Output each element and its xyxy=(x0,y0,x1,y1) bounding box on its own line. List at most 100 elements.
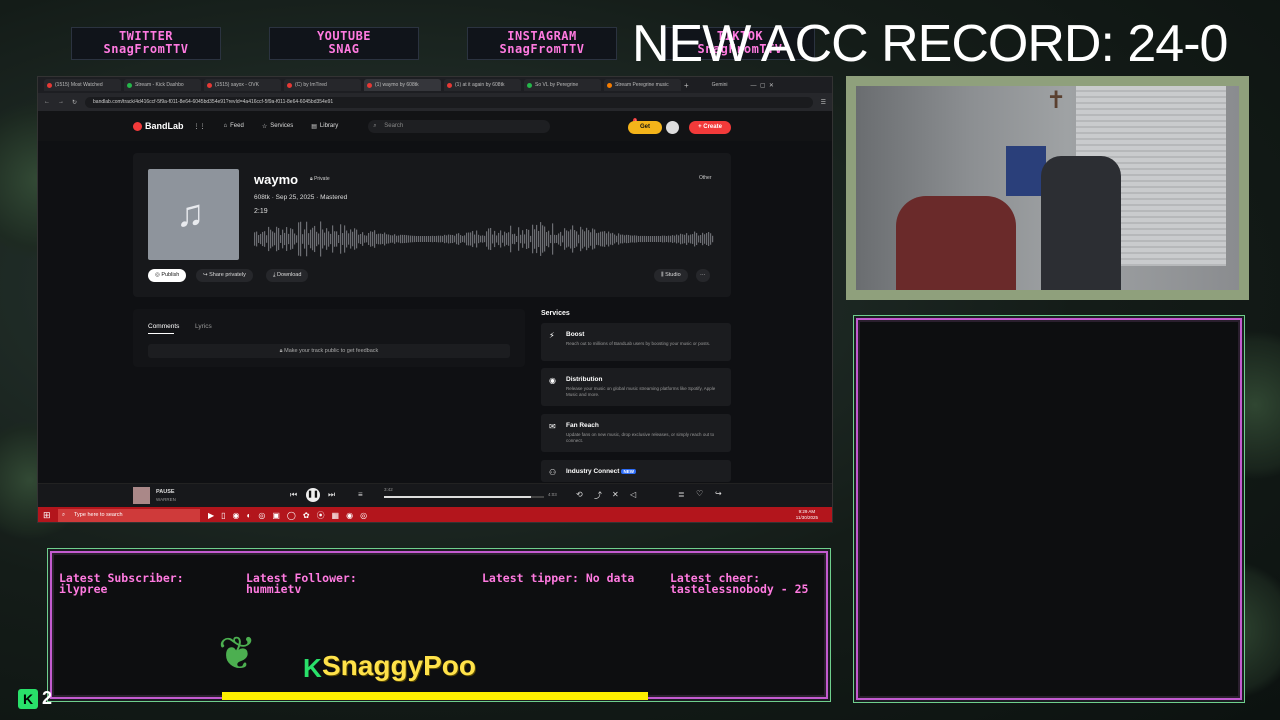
forward-icon[interactable]: → xyxy=(58,99,64,105)
create-button[interactable]: + Create xyxy=(689,121,731,134)
waveform-bar xyxy=(294,233,296,245)
waveform-bar xyxy=(624,235,626,243)
waveform-bar xyxy=(578,234,580,244)
download-button[interactable]: ⤓ Download xyxy=(266,269,309,282)
waveform-bar xyxy=(532,224,534,254)
waveform-bar xyxy=(588,230,590,248)
browser-tab-bar: (1515) Most Watched Stream - Kick Dashbo… xyxy=(38,77,832,93)
waveform-bar xyxy=(270,229,272,249)
waveform[interactable] xyxy=(254,219,716,259)
share-icon[interactable]: ⤴ xyxy=(594,490,602,501)
previous-icon[interactable]: ⏮︎ xyxy=(290,490,297,500)
tab-comments[interactable]: Comments xyxy=(148,323,179,330)
waveform-bar xyxy=(574,230,576,248)
next-icon[interactable]: ⏭︎ xyxy=(328,490,335,500)
service-industry-connect[interactable]: ⚇ Industry Connect NEW xyxy=(541,460,731,482)
kick-logo-icon: K xyxy=(18,688,38,709)
service-distribution[interactable]: ◉ Distribution Release your music on glo… xyxy=(541,368,731,406)
repeat-icon[interactable]: ⟲ xyxy=(576,490,583,499)
browser-tab[interactable]: Stream - Kick Dashbo xyxy=(124,79,201,91)
window-controls[interactable]: — ▢ ✕ xyxy=(751,82,774,89)
service-boost[interactable]: ⚡︎ Boost Reach out to millions of BandLa… xyxy=(541,323,731,361)
waveform-bar xyxy=(496,235,498,243)
waveform-bar xyxy=(678,235,680,243)
progress-track[interactable] xyxy=(384,496,544,498)
waveform-bar xyxy=(388,234,390,244)
waveform-bar xyxy=(512,234,514,244)
pause-icon[interactable]: ❚❚ xyxy=(306,488,320,502)
waveform-bar xyxy=(456,233,458,245)
more-button[interactable]: ··· xyxy=(696,269,710,282)
queue-icon[interactable]: ≡ xyxy=(358,490,363,499)
waveform-bar xyxy=(706,233,708,245)
waveform-bar xyxy=(312,227,314,251)
avatar[interactable] xyxy=(666,121,679,134)
mute-icon[interactable]: ✕ xyxy=(612,490,619,499)
waveform-bar xyxy=(280,235,282,243)
browser-tab[interactable]: So VL by Peregrine xyxy=(524,79,601,91)
weed-leaf-icon: ❦ xyxy=(218,627,257,679)
waveform-bar xyxy=(266,235,268,243)
url-input[interactable]: bandlab.com/track/4d416ccf-5f9a-f011-8e6… xyxy=(85,96,813,108)
browser-tab[interactable]: (C) by ImTired xyxy=(284,79,361,91)
waveform-bar xyxy=(260,233,262,245)
service-fan-reach[interactable]: ✉︎ Fan Reach Update fans on new music, d… xyxy=(541,414,731,452)
waveform-bar xyxy=(510,225,512,253)
reload-icon[interactable]: ↻ xyxy=(72,99,77,106)
volume-icon[interactable]: ◁ xyxy=(630,490,636,499)
waveform-bar xyxy=(418,235,420,243)
bandlab-icon xyxy=(287,82,292,88)
waveform-bar xyxy=(318,233,320,245)
browser-tab[interactable]: Stream Peregrine music xyxy=(604,79,681,91)
waveform-bar xyxy=(530,235,532,243)
taskbar-search[interactable]: ⌕ Type here to search xyxy=(58,509,200,522)
service-desc: Update fans on new music, drop exclusive… xyxy=(566,432,715,443)
waveform-bar xyxy=(622,234,624,244)
logo-text: BandLab xyxy=(145,121,184,131)
waveform-bar xyxy=(452,234,454,244)
studio-button[interactable]: ⫼ Studio xyxy=(654,269,688,282)
apps-icon[interactable]: ⋮⋮ xyxy=(194,123,206,130)
browser-tab[interactable]: (1) at it again by 608tk xyxy=(444,79,521,91)
waveform-bar xyxy=(394,234,396,244)
browser-tab[interactable]: (1515) sayox - OVK xyxy=(204,79,281,91)
back-icon[interactable]: ← xyxy=(44,99,50,105)
waveform-bar xyxy=(514,233,516,245)
browser-tab[interactable]: (1515) Most Watched xyxy=(44,79,121,91)
waveform-bar xyxy=(562,235,564,243)
waveform-bar xyxy=(364,235,366,243)
heart-icon[interactable]: ♡ xyxy=(696,489,703,498)
nav-services[interactable]: ☆ Services xyxy=(262,123,293,130)
windows-start-icon[interactable]: ⊞ xyxy=(43,510,51,521)
share-privately-button[interactable]: ↪ Share privately xyxy=(196,269,253,282)
publish-button[interactable]: ◎ Publish xyxy=(148,269,187,282)
new-tab-icon[interactable]: + xyxy=(684,81,689,90)
search-input[interactable]: ⌕ Search xyxy=(368,119,551,133)
waveform-bar xyxy=(262,231,264,247)
empty-panel-frame xyxy=(856,318,1242,700)
waveform-bar xyxy=(632,235,634,243)
gemini-button[interactable]: Gemini xyxy=(712,82,728,88)
browser-tab-active[interactable]: (1) waymo by 608tk xyxy=(364,79,441,91)
waveform-bar xyxy=(448,234,450,244)
bandlab-logo[interactable]: BandLab xyxy=(133,121,184,131)
tab-lyrics[interactable]: Lyrics xyxy=(195,323,212,330)
waveform-bar xyxy=(304,229,306,249)
get-membership-button[interactable]: Get xyxy=(628,121,662,134)
genre-label: Other xyxy=(699,175,712,181)
nav-feed[interactable]: ⌂ Feed xyxy=(224,123,244,129)
waveform-bar xyxy=(476,230,478,248)
waveform-bar xyxy=(344,225,346,253)
playlist-icon[interactable]: ≣ xyxy=(678,490,685,499)
nav-library[interactable]: ▤ Library xyxy=(311,123,338,130)
waveform-bar xyxy=(468,232,470,246)
extensions-icon[interactable]: ☰ xyxy=(821,99,826,106)
waveform-bar xyxy=(518,227,520,251)
tab-title: (1515) sayox - OVK xyxy=(215,82,259,88)
browser-window: (1515) Most Watched Stream - Kick Dashbo… xyxy=(37,76,833,523)
new-badge: NEW xyxy=(621,469,636,474)
track-duration: 2:19 xyxy=(254,208,268,215)
tab-title: Stream Peregrine music xyxy=(615,82,669,88)
forward-share-icon[interactable]: ↪ xyxy=(715,489,722,498)
taskbar-app-icons[interactable]: ▶▯◉◐◎▣◯✿⦿▦◉◎ xyxy=(208,510,374,521)
